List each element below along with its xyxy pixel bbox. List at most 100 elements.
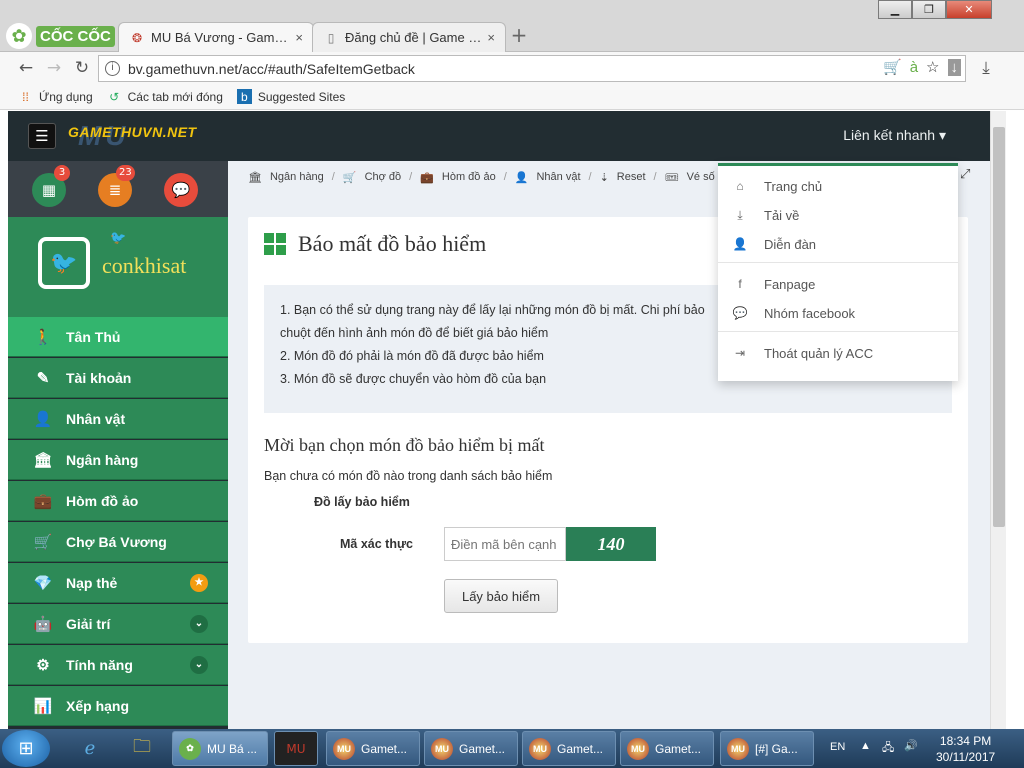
crumb-hom-do-ao[interactable]: Hòm đồ ảo xyxy=(442,171,496,183)
site-logo[interactable]: MU GAMETHUVN.NET xyxy=(68,120,197,151)
url-text: bv.gamethuvn.net/acc/#auth/SafeItemGetba… xyxy=(128,60,415,77)
dropdown-item-fanpage[interactable]: f Fanpage xyxy=(718,270,958,298)
language-indicator[interactable]: EN xyxy=(830,741,845,753)
star-badge-icon: ★ xyxy=(190,573,208,592)
new-tab-button[interactable]: + xyxy=(508,24,530,48)
mu-icon: MU xyxy=(727,737,749,760)
calendar-badge: 3 xyxy=(54,165,70,181)
dropdown-item-facebook-group[interactable]: 💬 Nhóm facebook xyxy=(718,299,958,327)
mu-game-icon[interactable]: MU xyxy=(274,731,318,766)
volume-icon[interactable]: 🔊 xyxy=(904,739,918,752)
quick-links-dropdown[interactable]: Liên kết nhanh ▾ xyxy=(843,127,946,144)
dropdown-item-forum[interactable]: 👤 Diễn đàn xyxy=(718,230,958,258)
get-insurance-button[interactable]: Lấy bảo hiểm xyxy=(444,579,558,613)
crumb-separator: / xyxy=(409,171,413,183)
address-actions: 🛒 à ☆ ↓ xyxy=(883,58,961,76)
site-favicon-icon: ❂ xyxy=(131,30,143,45)
crumb-nhan-vat[interactable]: Nhân vật xyxy=(536,171,580,183)
dropdown-item-label: Nhóm facebook xyxy=(764,305,856,321)
maximize-button[interactable]: ❐ xyxy=(912,0,946,19)
menu-toggle-button[interactable]: ☰ xyxy=(28,123,56,149)
chevron-down-icon[interactable]: ⌄ xyxy=(190,655,208,674)
dropdown-item-logout[interactable]: ⇥ Thoát quản lý ACC xyxy=(718,339,958,367)
minimize-button[interactable]: ▁ xyxy=(878,0,912,19)
tab-dang-chu-de[interactable]: ▯ Đăng chủ đề | Game thủ VN × xyxy=(312,22,506,52)
sidebar-item-tai-khoan[interactable]: ✎ Tài khoản xyxy=(8,358,228,398)
crumb-ve-so[interactable]: Vé số xyxy=(687,171,715,183)
fullscreen-icon[interactable]: ⤢ xyxy=(960,167,976,183)
downloads-icon[interactable]: ⤓ xyxy=(974,57,998,79)
download-arrow-icon[interactable]: ↓ xyxy=(947,58,961,76)
sidebar-item-tan-thu[interactable]: 🚶 Tân Thủ xyxy=(8,317,228,357)
reload-icon[interactable]: ↻ xyxy=(70,57,94,79)
forward-icon[interactable]: → xyxy=(42,57,66,79)
info-icon[interactable]: i xyxy=(105,61,120,76)
sidebar-item-label: Ngân hàng xyxy=(66,451,139,468)
briefcase-icon: 💼 xyxy=(420,171,434,184)
sidebar-item-tinh-nang[interactable]: ⚙ Tính năng ⌄ xyxy=(8,645,228,685)
task-coccoc[interactable]: ✿ MU Bá ... xyxy=(172,731,268,766)
diamond-icon: 💎 xyxy=(33,574,53,592)
bookmark-label: Các tab mới đóng xyxy=(127,89,223,104)
network-icon[interactable]: 🖧 xyxy=(882,739,894,758)
task-game-1[interactable]: MU Gamet... xyxy=(326,731,420,766)
sidebar-item-hom-do-ao[interactable]: 💼 Hòm đồ ảo xyxy=(8,481,228,521)
sidebar-item-giai-tri[interactable]: 🤖 Giải trí ⌄ xyxy=(8,604,228,644)
task-game-3[interactable]: MU Gamet... xyxy=(522,731,616,766)
file-explorer-icon[interactable]: 🗀 xyxy=(118,731,166,766)
logo-text: GAMETHUVN.NET xyxy=(68,124,197,140)
page-scrollbar[interactable] xyxy=(990,111,1006,729)
coccoc-a-icon[interactable]: à xyxy=(910,59,918,76)
username: conkhisat xyxy=(102,253,187,278)
captcha-input[interactable] xyxy=(444,527,566,561)
clock[interactable]: 18:34 PM 30/11/2017 xyxy=(936,733,995,765)
site-header: ☰ MU GAMETHUVN.NET Liên kết nhanh ▾ xyxy=(8,111,990,161)
star-icon[interactable]: ☆ xyxy=(926,58,939,76)
tab-close-icon[interactable]: × xyxy=(295,30,303,45)
task-label: Gamet... xyxy=(459,741,506,756)
crumb-ngan-hang[interactable]: Ngân hàng xyxy=(270,171,324,183)
sidebar-item-nap-the[interactable]: 💎 Nạp thẻ ★ xyxy=(8,563,228,603)
address-bar[interactable]: i bv.gamethuvn.net/acc/#auth/SafeItemGet… xyxy=(98,55,966,82)
dropdown-item-label: Tải về xyxy=(764,207,800,223)
chevron-down-icon[interactable]: ⌄ xyxy=(190,614,208,633)
crumb-cho-do[interactable]: Chợ đồ xyxy=(365,171,402,183)
bookmark-suggested-sites[interactable]: b Suggested Sites xyxy=(236,89,345,104)
windows-taskbar: ⊞ ℯ 🗀 ✿ MU Bá ... MU MU Gamet... MU Game… xyxy=(0,729,1024,768)
sidebar-item-label: Nạp thẻ xyxy=(66,574,118,591)
cart-icon[interactable]: 🛒 xyxy=(883,58,902,76)
sidebar-item-nhan-vat[interactable]: 👤 Nhân vật xyxy=(8,399,228,439)
bookmark-recent-tabs[interactable]: ↺ Các tab mới đóng xyxy=(107,89,223,104)
chat-icon[interactable]: 💬 xyxy=(164,173,198,207)
crumb-reset[interactable]: Reset xyxy=(617,171,646,183)
coccoc-brand[interactable]: ✿ CỐC CỐC xyxy=(6,22,115,50)
tab-close-icon[interactable]: × xyxy=(487,30,495,45)
home-icon: ⌂ xyxy=(736,179,744,193)
sidebar-item-xep-hang[interactable]: 📊 Xếp hạng xyxy=(8,686,228,726)
user-icon: 👤 xyxy=(732,237,748,251)
gears-icon: ⚙ xyxy=(36,656,50,674)
bookmark-apps[interactable]: ⁞⁞ Ứng dụng xyxy=(18,89,92,104)
twitter-small-icon[interactable]: 🐦 xyxy=(110,231,126,246)
sidebar-item-ngan-hang[interactable]: 🏛 Ngân hàng xyxy=(8,440,228,480)
sidebar-toolbar: ▦ 3 ≣ 23 💬 xyxy=(8,161,228,217)
dropdown-item-home[interactable]: ⌂ Trang chủ xyxy=(718,172,958,200)
dropdown-divider xyxy=(718,262,958,263)
task-game-2[interactable]: MU Gamet... xyxy=(424,731,518,766)
task-game-5[interactable]: MU [#] Ga... xyxy=(720,731,814,766)
scrollbar-thumb[interactable] xyxy=(993,127,1005,527)
captcha-label: Mã xác thực xyxy=(340,537,413,551)
task-game-4[interactable]: MU Gamet... xyxy=(620,731,714,766)
reset-icon: ⇣ xyxy=(599,171,609,184)
dropdown-item-download[interactable]: ⤓ Tải về xyxy=(718,201,958,229)
internet-explorer-icon[interactable]: ℯ xyxy=(66,731,114,766)
mu-icon: MU xyxy=(431,737,453,760)
sidebar-item-cho-ba-vuong[interactable]: 🛒 Chợ Bá Vương xyxy=(8,522,228,562)
show-hidden-icons-icon[interactable]: ▲ xyxy=(860,740,871,752)
tab-mu-ba-vuong[interactable]: ❂ MU Bá Vương - GamethuVN × xyxy=(118,22,314,52)
back-icon[interactable]: ← xyxy=(14,57,38,79)
empty-list-message: Bạn chưa có món đồ nào trong danh sách b… xyxy=(264,469,553,483)
crumb-separator: / xyxy=(588,171,592,183)
start-button[interactable]: ⊞ xyxy=(2,730,50,767)
close-window-button[interactable]: ✕ xyxy=(946,0,992,19)
